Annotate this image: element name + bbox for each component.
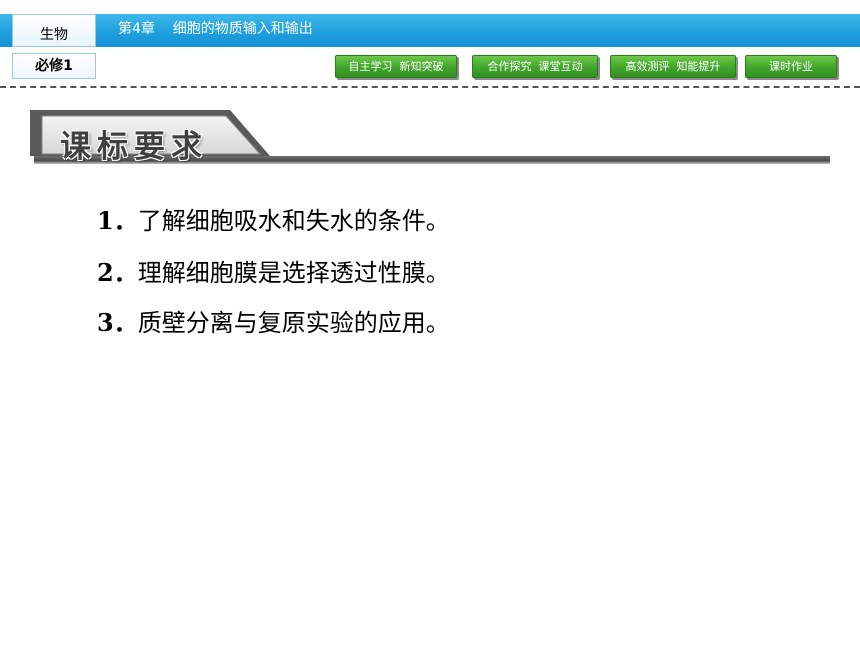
chapter-title: 第4章 细胞的物质输入和输出 [118,21,313,37]
nav-button-assessment[interactable]: 高效测评 知能提升 [610,55,736,78]
list-item-number: 2． [97,258,138,287]
list-item: 3．质壁分离与复原实验的应用。 [97,303,450,338]
list-item-text: 质壁分离与复原实验的应用。 [137,309,450,337]
nav-button-inquiry[interactable]: 合作探究 课堂互动 [472,55,598,78]
list-item-text: 了解细胞吸水和失水的条件。 [137,207,450,235]
volume-label: 必修1 [12,53,96,79]
nav-button-self-study[interactable]: 自主学习 新知突破 [335,55,457,78]
subject-label: 生物 [12,14,96,47]
list-item: 2．理解细胞膜是选择透过性膜。 [97,253,450,288]
nav-button-homework[interactable]: 课时作业 [745,55,837,78]
list-item-number: 1． [97,206,138,235]
list-item: 1．了解细胞吸水和失水的条件。 [97,201,450,236]
dashed-divider [0,86,860,88]
list-item-text: 理解细胞膜是选择透过性膜。 [137,259,450,287]
section-title: 课标要求 [60,129,208,165]
list-item-number: 3． [97,308,138,337]
